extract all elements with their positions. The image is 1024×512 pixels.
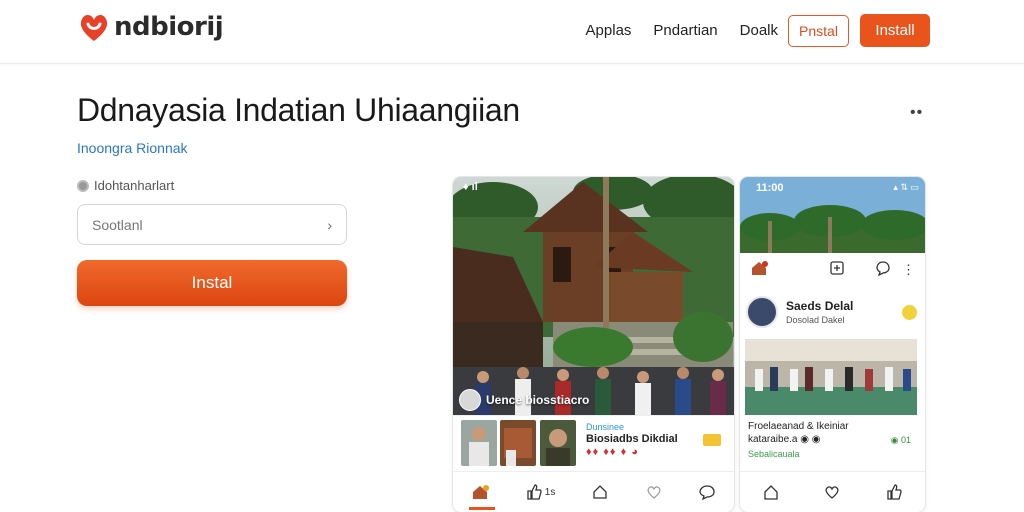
install-button[interactable]: Instal bbox=[77, 260, 347, 306]
home-icon[interactable] bbox=[750, 259, 768, 282]
search-input[interactable] bbox=[92, 216, 292, 233]
page-title: Ddnayasia Indatian Uhiaangiian bbox=[77, 92, 520, 128]
thumbnail[interactable] bbox=[461, 420, 497, 466]
overlay-caption: Uence biosstiacro bbox=[486, 393, 590, 407]
strip-tag: Dunsinee bbox=[586, 422, 625, 432]
app-header: ndbiorij Applas Pndartian Doalk Pnstal I… bbox=[0, 0, 1024, 64]
like-count: 1s bbox=[544, 486, 556, 498]
strip-title: Biosiadbs Dikdial bbox=[586, 433, 678, 445]
install-outline-button[interactable]: Pnstal bbox=[788, 14, 849, 47]
phone-screenshot-1: ♦ ıl Uence biosstiacro Dunsinee Biosiadb… bbox=[453, 177, 734, 512]
nav-link-docs[interactable]: Doalk bbox=[740, 15, 778, 47]
post-toolbar: ⋮ bbox=[740, 253, 925, 287]
avatar[interactable] bbox=[459, 389, 481, 411]
nav-link-apps[interactable]: Applas bbox=[586, 15, 632, 47]
like-icon[interactable] bbox=[883, 481, 905, 503]
avatar[interactable] bbox=[746, 296, 778, 328]
chevron-right-icon[interactable]: › bbox=[327, 217, 332, 233]
heart-icon[interactable] bbox=[643, 481, 665, 503]
caption-tag[interactable]: Sebalicauala bbox=[748, 449, 918, 459]
subtitle-link[interactable]: Inoongra Rionnak bbox=[77, 140, 188, 156]
thumbnail[interactable] bbox=[500, 420, 536, 466]
more-vertical-icon[interactable]: ⋮ bbox=[902, 262, 915, 278]
heart-icon[interactable] bbox=[821, 481, 843, 503]
post-header: Saeds Delal Dosolad Dakel bbox=[740, 287, 925, 337]
nav-link-indonesian[interactable]: Pndartian bbox=[653, 15, 717, 47]
field-label: Idohtanharlart bbox=[94, 178, 175, 193]
coin-icon[interactable] bbox=[902, 305, 917, 320]
info-dot-icon bbox=[77, 179, 89, 192]
reaction-icons: ♦♦ ♦♦ ♦ ◕ bbox=[586, 446, 639, 458]
comment-icon[interactable] bbox=[696, 481, 718, 503]
home-icon[interactable] bbox=[760, 481, 782, 503]
thumbnail[interactable] bbox=[540, 420, 576, 466]
top-nav: Applas Pndartian Doalk Pnstal Install bbox=[586, 14, 930, 47]
share-icon[interactable] bbox=[589, 481, 611, 503]
temple-photo bbox=[453, 177, 734, 415]
bottom-tab-bar: 1s bbox=[453, 471, 734, 512]
install-header-button[interactable]: Install bbox=[860, 14, 930, 47]
field-label-row: Idohtanharlart bbox=[77, 178, 174, 193]
like-icon[interactable]: 1s bbox=[522, 481, 558, 503]
logo[interactable]: ndbiorij bbox=[78, 10, 224, 44]
badge-icon[interactable] bbox=[703, 434, 721, 446]
media-strip: Dunsinee Biosiadbs Dikdial ♦♦ ♦♦ ♦ ◕ bbox=[453, 415, 734, 471]
more-dots-icon[interactable]: •• bbox=[910, 104, 923, 122]
home-icon[interactable] bbox=[468, 481, 495, 510]
caption-line-1: Froelaeanad & Ikeiniar bbox=[748, 421, 849, 432]
event-photo bbox=[745, 339, 917, 415]
phone-screenshot-2: 11:00 ▴ ⇅ ▭ ⋮ Saeds Delal Dosolad Dakel bbox=[740, 177, 925, 512]
heart-logo-icon bbox=[78, 10, 110, 44]
reaction-count: ◉ 01 bbox=[890, 435, 911, 445]
logo-wordmark: ndbiorij bbox=[114, 12, 224, 42]
video-overlay: Uence biosstiacro bbox=[459, 389, 589, 411]
post-author[interactable]: Saeds Delal bbox=[786, 299, 853, 313]
status-icons: ▴ ⇅ ▭ bbox=[893, 182, 919, 192]
status-time: 11:00 bbox=[756, 182, 784, 194]
chat-icon[interactable] bbox=[875, 260, 891, 281]
status-bar: ♦ ıl bbox=[463, 181, 478, 193]
add-icon[interactable] bbox=[829, 260, 845, 281]
post-meta: Dosolad Dakel bbox=[786, 315, 845, 325]
search-box[interactable]: › bbox=[77, 204, 347, 245]
bottom-tab-bar bbox=[740, 471, 925, 512]
